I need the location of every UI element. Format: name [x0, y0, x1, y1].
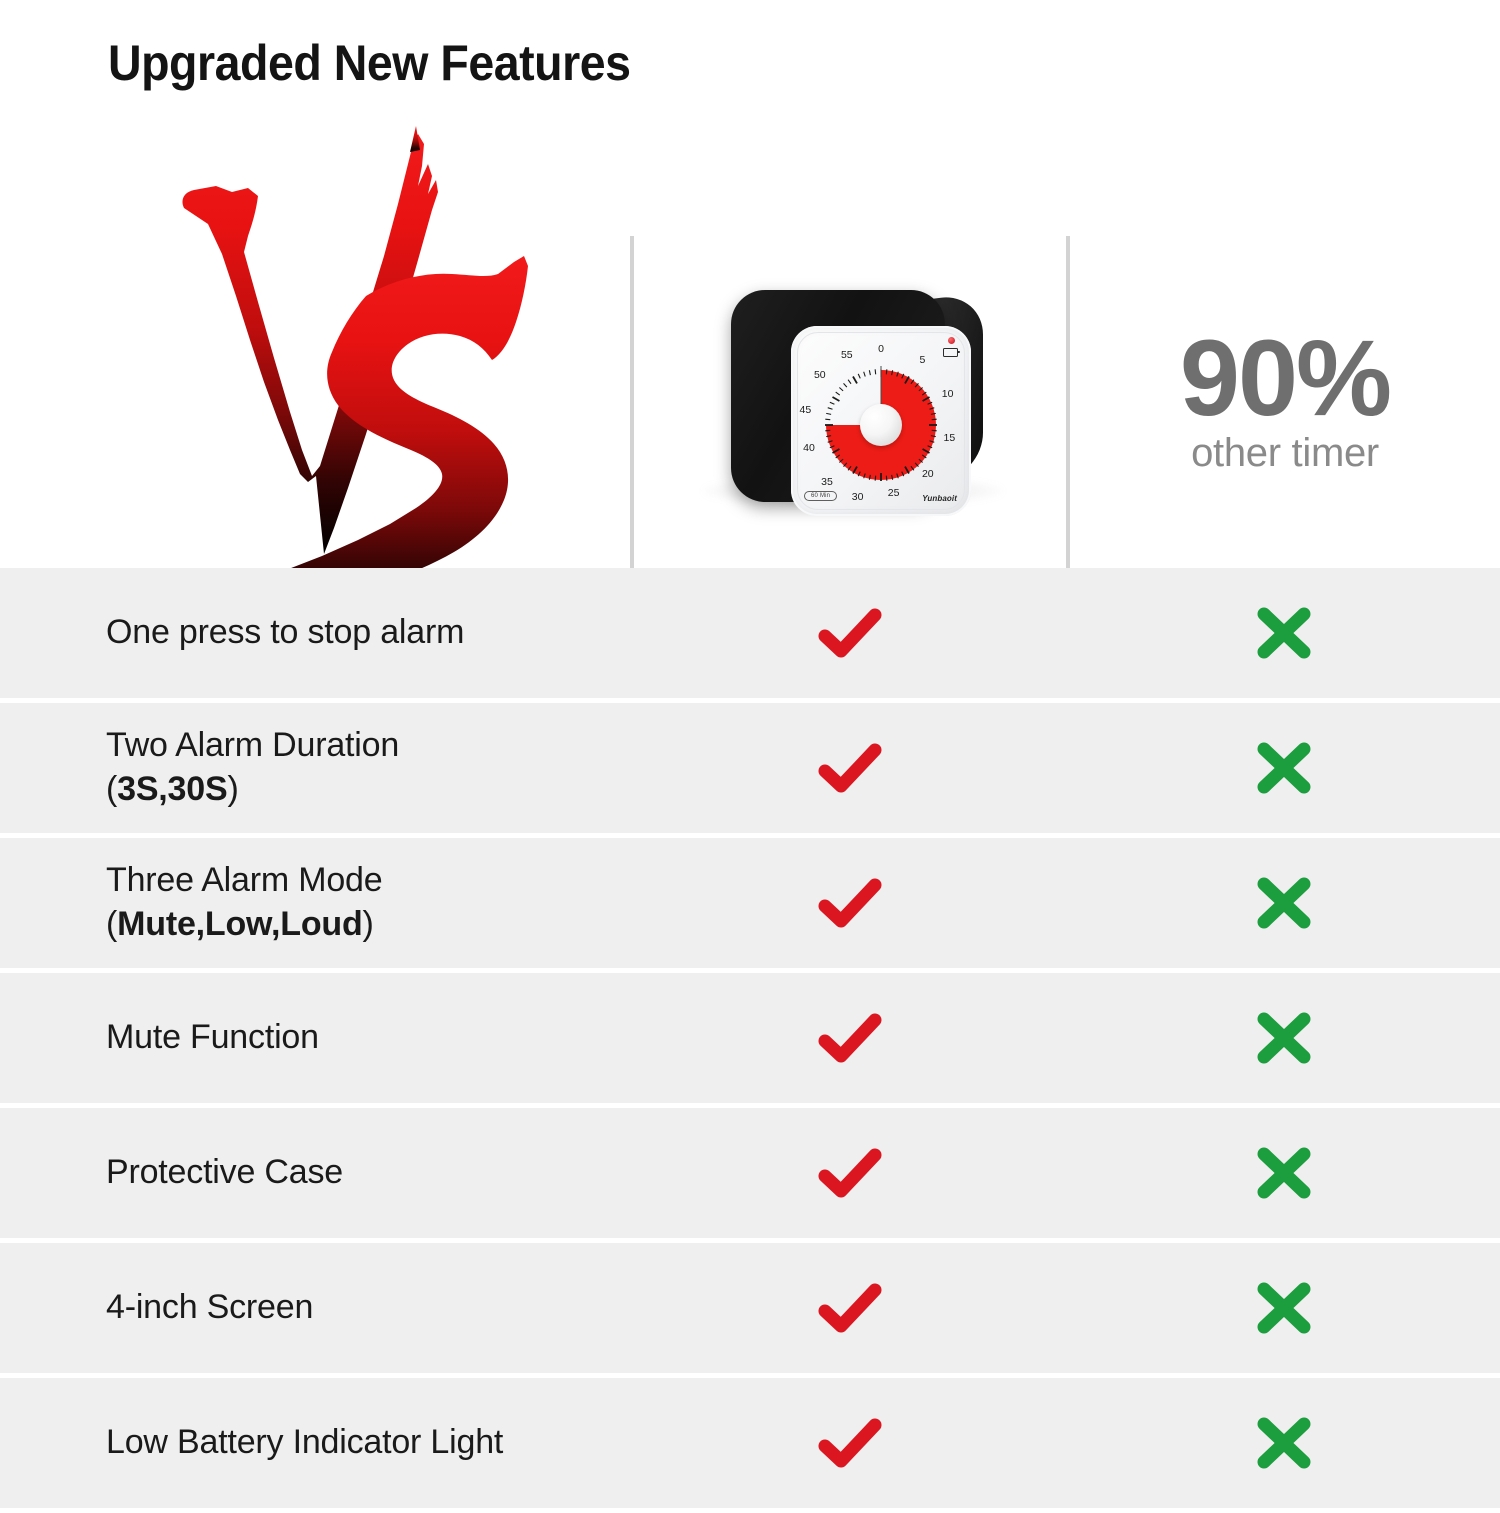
feature-label: Mute Function [106, 1018, 319, 1057]
our-product-cell [632, 703, 1068, 833]
table-row: Protective Case [0, 1108, 1500, 1238]
timer-knob[interactable] [860, 403, 902, 446]
timer-product-photo: 0 5 10 15 20 25 30 35 40 45 50 55 60 Min [685, 262, 1015, 542]
dial-number-20: 20 [921, 468, 934, 481]
cross-icon [1251, 1280, 1317, 1336]
table-row: One press to stop alarm [0, 568, 1500, 698]
dial-number-50: 50 [813, 369, 826, 382]
feature-label: Protective Case [106, 1153, 343, 1192]
feature-label: Three Alarm Mode (Mute,Low,Loud) [106, 861, 383, 943]
percent-value: 90% [1179, 316, 1392, 438]
product-comparison-infographic: Upgraded New Features 0 5 10 15 20 25 30… [0, 0, 1500, 1508]
brand-logo: Yunbaoit [922, 494, 957, 503]
feature-label: Two Alarm Duration (3S,30S) [106, 726, 400, 808]
check-icon [817, 740, 883, 796]
check-icon [817, 1145, 883, 1201]
table-row: Low Battery Indicator Light [0, 1378, 1500, 1508]
our-product-cell [632, 568, 1068, 698]
check-icon [817, 875, 883, 931]
timer-case-front: 0 5 10 15 20 25 30 35 40 45 50 55 60 Min [731, 290, 971, 516]
table-row: 4-inch Screen [0, 1243, 1500, 1373]
timer-face: 0 5 10 15 20 25 30 35 40 45 50 55 60 Min [791, 326, 971, 516]
page-title: Upgraded New Features [108, 35, 631, 91]
other-timer-cell-row [1068, 568, 1500, 698]
our-product-cell [632, 973, 1068, 1103]
cross-icon [1251, 1010, 1317, 1066]
our-product-cell [632, 1378, 1068, 1508]
table-row: Two Alarm Duration (3S,30S) [0, 703, 1500, 833]
header-section: Upgraded New Features 0 5 10 15 20 25 30… [0, 0, 1500, 638]
dial-number-15: 15 [943, 432, 956, 445]
dial-number-25: 25 [887, 487, 900, 500]
percent-caption: other timer [1191, 431, 1379, 476]
dial-number-40: 40 [803, 441, 815, 454]
other-timer-cell-row [1068, 1378, 1500, 1508]
check-icon [817, 1010, 883, 1066]
cross-icon [1251, 1415, 1317, 1471]
cross-icon [1251, 605, 1317, 661]
feature-label: 4-inch Screen [106, 1288, 314, 1327]
check-icon [817, 1415, 883, 1471]
dial-number-0: 0 [878, 342, 884, 355]
feature-label: One press to stop alarm [106, 613, 465, 652]
other-timer-cell-row [1068, 1108, 1500, 1238]
product-image-cell: 0 5 10 15 20 25 30 35 40 45 50 55 60 Min [634, 236, 1066, 568]
dial-number-55: 55 [840, 348, 853, 361]
other-timer-cell: 90% other timer [1070, 236, 1500, 568]
dial-number-45: 45 [799, 403, 812, 416]
dial-number-35: 35 [821, 475, 833, 488]
check-icon [817, 1280, 883, 1336]
dial-number-5: 5 [919, 354, 926, 367]
our-product-cell [632, 1243, 1068, 1373]
feature-label: Low Battery Indicator Light [106, 1423, 504, 1462]
cross-icon [1251, 740, 1317, 796]
our-product-cell [632, 1108, 1068, 1238]
dial-number-10: 10 [941, 388, 954, 401]
cross-icon [1251, 875, 1317, 931]
cross-icon [1251, 1145, 1317, 1201]
feature-comparison-table: One press to stop alarm Two Alarm Duratio… [0, 568, 1500, 1513]
dial-number-30: 30 [851, 491, 864, 503]
table-row: Three Alarm Mode (Mute,Low,Loud) [0, 838, 1500, 968]
check-icon [817, 605, 883, 661]
our-product-cell [632, 838, 1068, 968]
low-battery-led-icon [948, 337, 955, 344]
other-timer-cell-row [1068, 1243, 1500, 1373]
other-timer-cell-row [1068, 838, 1500, 968]
duration-badge: 60 Min [804, 491, 838, 501]
table-row: Mute Function [0, 973, 1500, 1103]
other-timer-cell-row [1068, 973, 1500, 1103]
other-timer-cell-row [1068, 703, 1500, 833]
